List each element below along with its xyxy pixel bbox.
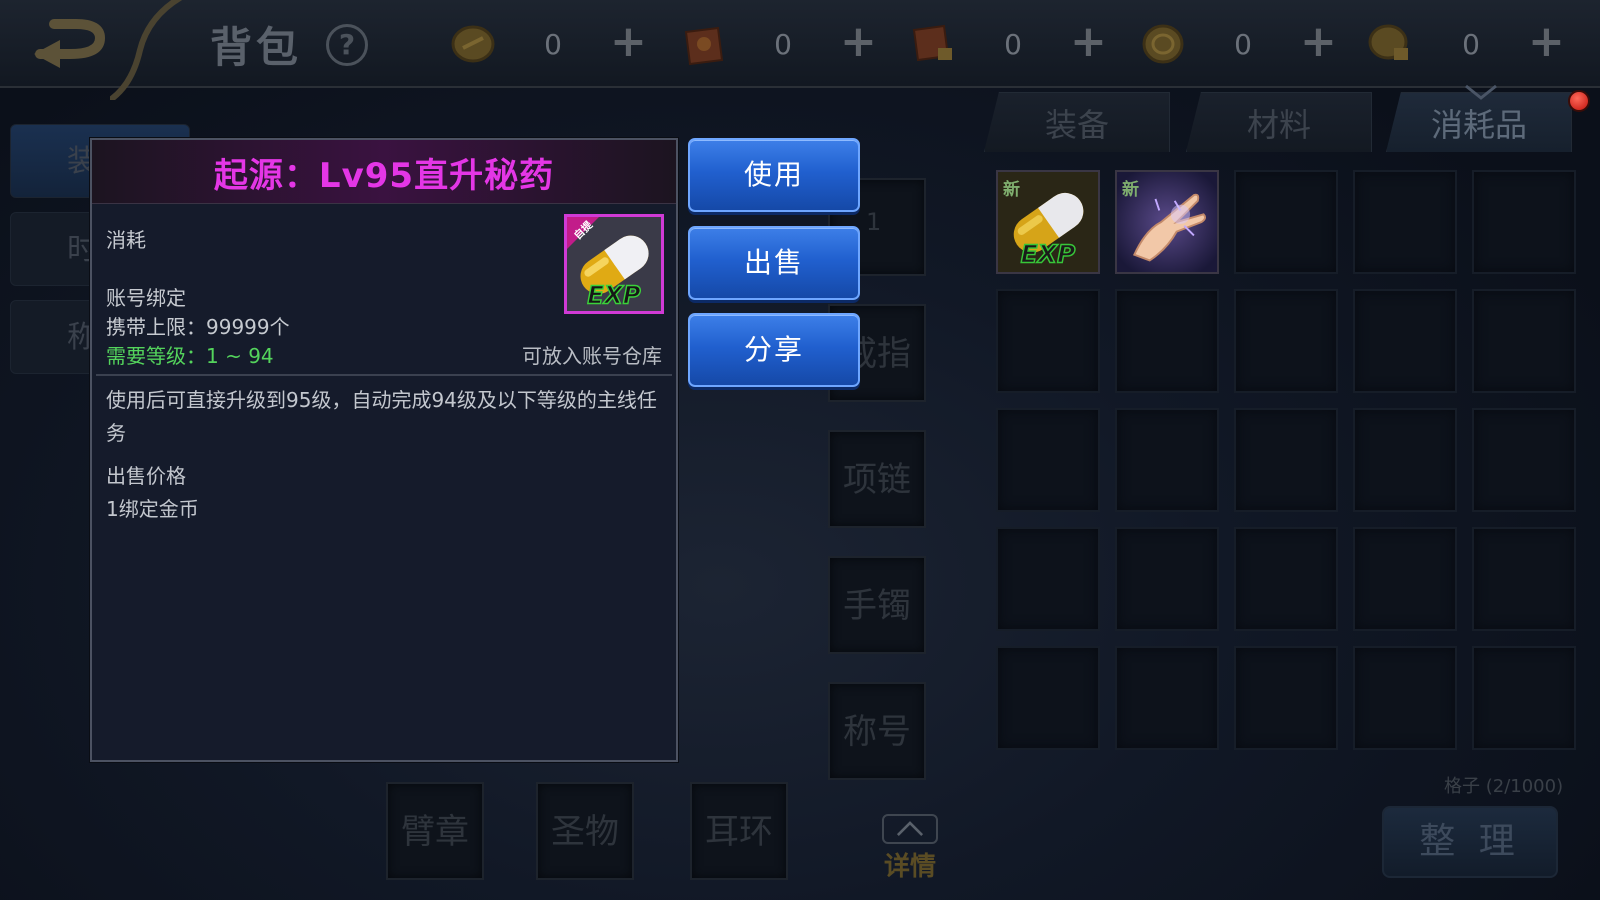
equip-slot-necklace[interactable]: 项链	[828, 430, 926, 528]
inventory-slot[interactable]	[1353, 646, 1457, 750]
currency-locked-box: 0 +	[910, 20, 1120, 68]
inventory-slot[interactable]	[1472, 170, 1576, 274]
chevron-down-icon	[1465, 84, 1497, 100]
use-button[interactable]: 使用	[688, 138, 860, 212]
inventory-slot[interactable]	[1472, 527, 1576, 631]
inventory-slot[interactable]	[1234, 527, 1338, 631]
equip-slot-bracelet[interactable]: 手镯	[828, 556, 926, 654]
add-silver-button[interactable]: +	[1300, 20, 1337, 64]
tab-equipment[interactable]: 装备	[984, 92, 1170, 152]
page-title: 背包	[210, 23, 303, 72]
help-icon[interactable]: ?	[326, 24, 368, 66]
currency-gold: 0 +	[450, 20, 660, 68]
currency-silver: 0 +	[1140, 20, 1350, 68]
share-button[interactable]: 分享	[688, 313, 860, 387]
sell-price-value: 1绑定金币	[106, 497, 199, 521]
slot-count: 1	[866, 208, 882, 236]
chevron-up-icon[interactable]	[882, 814, 938, 844]
silver-coin-icon	[1142, 24, 1184, 64]
gift-box-icon	[684, 26, 724, 66]
tab-materials[interactable]: 材料	[1186, 92, 1372, 152]
exp-label: EXP	[1021, 239, 1076, 268]
top-bar: 背包 ? 0 + 0 + 0 + 0 + 0 +	[0, 0, 1600, 100]
add-locked-box-button[interactable]: +	[1070, 20, 1107, 64]
item-type: 消耗	[106, 228, 146, 252]
detail-button[interactable]: 详情	[884, 846, 936, 883]
inventory-slot[interactable]	[1115, 646, 1219, 750]
item-description: 使用后可直接升级到95级，自动完成94级及以下等级的主线任务	[106, 388, 657, 445]
item-bind: 账号绑定	[106, 286, 186, 310]
currency-amount: 0	[774, 28, 792, 61]
equip-slot-earring[interactable]: 耳环	[690, 782, 788, 880]
tooltip-header: 起源：Lv95直升秘药	[92, 140, 676, 204]
inventory-slot[interactable]	[996, 527, 1100, 631]
backpack-screen: 背包 ? 0 + 0 + 0 + 0 + 0 + 装备 材料 消耗品 装 时 称…	[0, 0, 1600, 900]
inventory-slot[interactable]	[1353, 408, 1457, 512]
inventory-slot[interactable]	[1234, 408, 1338, 512]
inventory-slot[interactable]	[1353, 527, 1457, 631]
inventory-slot[interactable]: 新	[1115, 170, 1219, 274]
equip-slot-relic[interactable]: 圣物	[536, 782, 634, 880]
tab-consumables[interactable]: 消耗品	[1386, 92, 1572, 152]
inventory-slot[interactable]	[996, 408, 1100, 512]
new-badge: 新	[1003, 180, 1020, 200]
currency-amount: 0	[1462, 28, 1480, 61]
inventory-slot[interactable]	[1234, 646, 1338, 750]
item-level-requirement: 需要等级：1 ~ 94	[106, 344, 274, 368]
inventory-slot[interactable]	[1472, 646, 1576, 750]
notification-dot	[1568, 90, 1590, 112]
item-description-block: 使用后可直接升级到95级，自动完成94级及以下等级的主线任务 出售价格 1绑定金…	[106, 384, 666, 526]
equip-slot-title[interactable]: 称号	[828, 682, 926, 780]
inventory-slot[interactable]	[1234, 289, 1338, 393]
sell-button[interactable]: 出售	[688, 226, 860, 300]
currency-locked-coin: 0 +	[1368, 20, 1578, 68]
item-carry-limit: 携带上限：99999个	[106, 315, 290, 339]
tooltip-divider	[96, 374, 672, 376]
inventory-slot[interactable]	[1115, 289, 1219, 393]
item-storage-note: 可放入账号仓库	[522, 344, 662, 368]
exp-label: EXP	[587, 280, 641, 309]
inventory-capacity: 格子 (2/1000)	[1444, 776, 1564, 797]
currency-amount: 0	[1234, 28, 1252, 61]
equip-slot-armband[interactable]: 臂章	[386, 782, 484, 880]
divider-slash-icon	[110, 0, 183, 100]
sort-button[interactable]: 整 理	[1382, 806, 1558, 878]
back-icon[interactable]	[30, 14, 120, 74]
inventory-slot[interactable]	[1353, 170, 1457, 274]
item-name: 起源：Lv95直升秘药	[213, 156, 555, 196]
gold-coin-icon	[451, 25, 495, 63]
inventory-slot[interactable]	[1115, 408, 1219, 512]
inventory-slot[interactable]	[996, 289, 1100, 393]
locked-box-icon	[912, 24, 952, 62]
inventory-slot[interactable]	[1115, 527, 1219, 631]
add-giftbox-button[interactable]: +	[840, 20, 877, 64]
currency-giftbox: 0 +	[680, 20, 890, 68]
inventory-slot[interactable]: 新 EXP	[996, 170, 1100, 274]
inventory-slot[interactable]	[996, 646, 1100, 750]
sell-price-label: 出售价格	[106, 464, 186, 488]
exp-capsule-icon: 自提 EXP	[567, 217, 661, 311]
inventory-slot[interactable]	[1472, 289, 1576, 393]
currency-amount: 0	[1004, 28, 1022, 61]
locked-coin-icon	[1368, 24, 1408, 60]
add-gold-button[interactable]: +	[610, 20, 647, 64]
currency-amount: 0	[544, 28, 562, 61]
item-icon: 自提 EXP	[564, 214, 664, 314]
inventory-slot[interactable]	[1353, 289, 1457, 393]
inventory-slot[interactable]	[1234, 170, 1338, 274]
add-locked-coin-button[interactable]: +	[1528, 20, 1565, 64]
item-tooltip: 起源：Lv95直升秘药 消耗 账号绑定 携带上限：99999个 需要等级：1 ~…	[90, 138, 678, 762]
inventory-slot[interactable]	[1472, 408, 1576, 512]
new-badge: 新	[1122, 180, 1139, 200]
inventory-grid: 新 EXP 新	[996, 170, 1576, 750]
